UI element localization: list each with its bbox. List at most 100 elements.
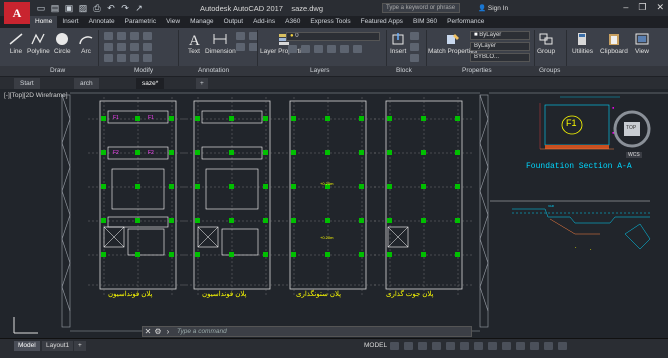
viewcube-top-label[interactable]: TOP <box>626 125 636 131</box>
clean-screen-icon[interactable] <box>544 342 553 350</box>
layer-dropdown[interactable]: ● 0 <box>286 32 380 41</box>
file-tab-start[interactable]: Start <box>14 78 40 89</box>
customization-menu-icon[interactable] <box>558 342 567 350</box>
tab-parametric[interactable]: Parametric <box>120 16 161 28</box>
layer-isolate-icon[interactable] <box>301 45 310 53</box>
share-icon[interactable]: ↗ <box>134 3 144 13</box>
dimension-button[interactable]: Dimension <box>205 32 236 55</box>
create-block-icon[interactable] <box>410 32 419 40</box>
tab-a360[interactable]: A360 <box>280 16 305 28</box>
leader-icon[interactable] <box>236 32 245 40</box>
tab-annotate[interactable]: Annotate <box>84 16 120 28</box>
tab-featured-apps[interactable]: Featured Apps <box>356 16 408 28</box>
file-tab-arch[interactable]: arch <box>74 78 99 89</box>
mtext-icon[interactable] <box>236 43 245 51</box>
explode-icon[interactable] <box>143 43 152 51</box>
panel-label-layers[interactable]: Layers <box>310 66 330 76</box>
group-button[interactable]: Group <box>537 32 555 55</box>
insert-button[interactable]: Insert <box>390 32 406 55</box>
saveas-icon[interactable]: ▨ <box>78 3 88 13</box>
move-icon[interactable] <box>104 32 113 40</box>
polyline-button[interactable]: Polyline <box>27 32 50 55</box>
view-button[interactable]: View <box>634 32 650 55</box>
clipboard-button[interactable]: Clipboard <box>600 32 628 55</box>
tab-insert[interactable]: Insert <box>57 16 83 28</box>
panel-label-properties[interactable]: Properties <box>462 66 492 76</box>
model-space-button[interactable]: MODEL <box>364 342 387 349</box>
drawing-canvas[interactable]: [-][Top][2D Wireframe] F1 F1 F2 F2 +0.20… <box>0 89 668 338</box>
layer-freeze-icon[interactable] <box>314 45 323 53</box>
restore-icon[interactable]: ❐ <box>638 2 646 13</box>
tab-addins[interactable]: Add-ins <box>248 16 280 28</box>
isolate-objects-icon[interactable] <box>516 342 525 350</box>
file-tab-saze[interactable]: saze* <box>136 78 165 89</box>
color-dropdown[interactable]: ■ ByLayer <box>470 31 530 40</box>
close-icon[interactable]: ✕ <box>656 2 664 13</box>
linetype-dropdown[interactable]: ByLayer <box>470 42 530 51</box>
block-attribute-icon[interactable] <box>410 54 419 62</box>
sign-in-button[interactable]: 👤 Sign In <box>478 4 508 12</box>
object-snap-icon[interactable] <box>460 342 469 350</box>
lineweight-icon[interactable] <box>474 342 483 350</box>
ortho-icon[interactable] <box>418 342 427 350</box>
annotation-scale-icon[interactable] <box>488 342 497 350</box>
copy-icon[interactable] <box>104 43 113 51</box>
arc-button[interactable]: Arc <box>78 32 94 55</box>
tab-performance[interactable]: Performance <box>442 16 489 28</box>
open-folder-icon[interactable]: ▤ <box>50 3 60 13</box>
new-tab-button[interactable]: + <box>196 78 208 89</box>
line-button[interactable]: Line <box>8 32 24 55</box>
hardware-accel-icon[interactable] <box>530 342 539 350</box>
utilities-button[interactable]: Utilities <box>572 32 593 55</box>
undo-icon[interactable]: ↶ <box>106 3 116 13</box>
mirror-icon[interactable] <box>117 43 126 51</box>
viewcube[interactable]: TOP <box>612 109 652 149</box>
redo-icon[interactable]: ↷ <box>120 3 130 13</box>
tab-home[interactable]: Home <box>30 16 58 28</box>
layer-off-icon[interactable] <box>288 45 297 53</box>
tab-model[interactable]: Model <box>14 341 40 351</box>
isodraft-icon[interactable] <box>446 342 455 350</box>
panel-label-draw[interactable]: Draw <box>50 66 65 76</box>
customize-icon[interactable]: ⚙ <box>153 327 163 336</box>
tab-express-tools[interactable]: Express Tools <box>305 16 355 28</box>
workspace-gear-icon[interactable] <box>502 342 511 350</box>
snap-icon[interactable] <box>404 342 413 350</box>
autocad-logo-icon[interactable]: A <box>4 2 30 24</box>
wcs-button[interactable]: WCS <box>626 152 642 158</box>
layer-match-icon[interactable] <box>340 45 349 53</box>
layer-lock-icon[interactable] <box>327 45 336 53</box>
fillet-icon[interactable] <box>130 43 139 51</box>
text-button[interactable]: A Text <box>186 32 202 55</box>
offset-icon[interactable] <box>143 54 152 62</box>
tab-layout1[interactable]: Layout1 <box>42 341 74 351</box>
tab-bim360[interactable]: BIM 360 <box>408 16 442 28</box>
panel-label-block[interactable]: Block <box>396 66 412 76</box>
close-command-icon[interactable]: ✕ <box>143 327 153 336</box>
panel-label-annotation[interactable]: Annotation <box>198 66 229 76</box>
edit-block-icon[interactable] <box>410 43 419 51</box>
array-icon[interactable] <box>130 54 139 62</box>
lineweight-dropdown[interactable]: BYBLO... <box>470 53 530 62</box>
tab-view[interactable]: View <box>161 16 185 28</box>
grid-icon[interactable] <box>390 342 399 350</box>
tab-manage[interactable]: Manage <box>185 16 219 28</box>
panel-label-modify[interactable]: Modify <box>134 66 153 76</box>
circle-button[interactable]: Circle <box>54 32 71 55</box>
erase-icon[interactable] <box>143 32 152 40</box>
rotate-icon[interactable] <box>117 32 126 40</box>
new-file-icon[interactable]: ▭ <box>36 3 46 13</box>
search-input[interactable]: Type a keyword or phrase <box>382 3 460 13</box>
panel-label-groups[interactable]: Groups <box>539 66 560 76</box>
tab-output[interactable]: Output <box>219 16 249 28</box>
polar-icon[interactable] <box>432 342 441 350</box>
save-icon[interactable]: ▣ <box>64 3 74 13</box>
trim-icon[interactable] <box>130 32 139 40</box>
layer-unisolate-icon[interactable] <box>353 45 362 53</box>
command-line[interactable]: ✕ ⚙ › Type a command <box>142 326 472 337</box>
stretch-icon[interactable] <box>104 54 113 62</box>
command-input[interactable]: Type a command <box>177 328 227 335</box>
scale-icon[interactable] <box>117 54 126 62</box>
add-layout-button[interactable]: + <box>74 341 86 351</box>
print-icon[interactable]: ⎙ <box>92 3 102 13</box>
